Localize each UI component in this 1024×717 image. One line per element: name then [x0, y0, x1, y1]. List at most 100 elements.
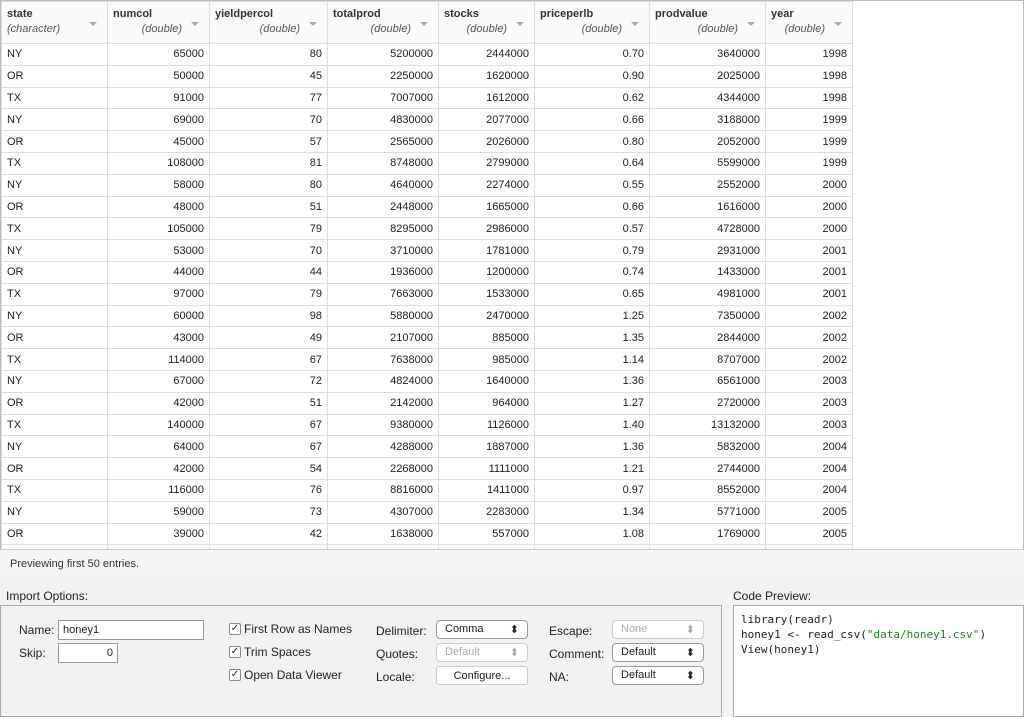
cell-numcol: 59000 — [107, 500, 210, 524]
cell-state: OR — [1, 522, 108, 546]
column-type-dropdown-icon[interactable] — [747, 22, 755, 26]
first-row-as-names-checkbox[interactable]: ✓ First Row as Names — [229, 622, 352, 636]
cell-numcol: 60000 — [107, 304, 210, 328]
column-type-dropdown-icon[interactable] — [834, 22, 842, 26]
table-row: NY 65000 80 5200000 2444000 0.70 3640000 1998 — [1, 43, 853, 66]
cell-stocks: 2274000 — [438, 173, 535, 197]
name-label: Name: — [19, 623, 55, 637]
cell-year: 2001 — [765, 239, 853, 262]
table-row: NY 53000 70 3710000 1781000 0.79 2931000 2001 — [1, 239, 853, 262]
cell-priceperlb: 0.90 — [534, 64, 650, 88]
configure-locale-button[interactable]: Configure... — [436, 666, 528, 685]
cell-prodvalue: 1616000 — [649, 195, 766, 219]
cell-prodvalue: 2025000 — [649, 64, 766, 88]
updown-icon: ⬍ — [509, 624, 519, 636]
code-fn: library — [741, 613, 788, 626]
cell-totalprod: 4824000 — [327, 369, 439, 393]
cell-year: 2000 — [765, 217, 853, 241]
cell-totalprod: 5200000 — [327, 43, 439, 66]
column-type: (double) — [581, 23, 622, 35]
data-preview-grid[interactable]: state (character) numcol (double) yieldperco… — [0, 0, 1024, 576]
cell-yieldpercol: 44 — [209, 260, 328, 284]
delimiter-label: Delimiter: — [376, 624, 427, 638]
cell-numcol: 42000 — [107, 391, 210, 415]
cell-year: 1999 — [765, 108, 853, 132]
open-data-viewer-checkbox[interactable]: ✓ Open Data Viewer — [229, 668, 342, 682]
quotes-select[interactable]: Default ⬍ — [436, 643, 528, 662]
cell-priceperlb: 0.62 — [534, 86, 650, 110]
cell-prodvalue: 7350000 — [649, 304, 766, 328]
cell-numcol: 53000 — [107, 239, 210, 262]
cell-totalprod: 5880000 — [327, 304, 439, 328]
name-input[interactable]: honey1 — [58, 620, 204, 640]
cell-numcol: 97000 — [107, 282, 210, 306]
skip-label: Skip: — [19, 646, 46, 660]
cell-totalprod: 8816000 — [327, 478, 439, 502]
cell-yieldpercol: 57 — [209, 130, 328, 153]
na-select[interactable]: Default ⬍ — [612, 666, 704, 685]
cell-priceperlb: 1.34 — [534, 500, 650, 524]
column-header-stocks[interactable]: stocks (double) — [438, 1, 535, 44]
cell-priceperlb: 1.35 — [534, 326, 650, 350]
table-row: TX 105000 79 8295000 2986000 0.57 4728000 2000 — [1, 217, 853, 241]
column-type-dropdown-icon[interactable] — [309, 22, 317, 26]
cell-numcol: 39000 — [107, 522, 210, 546]
column-type: (character) — [7, 23, 61, 35]
cell-year: 1999 — [765, 130, 853, 153]
table-row: NY 58000 80 4640000 2274000 0.55 2552000 2000 — [1, 173, 853, 197]
cell-prodvalue: 13132000 — [649, 413, 766, 437]
column-header-totalprod[interactable]: totalprod (double) — [327, 1, 439, 44]
table-row: OR 44000 44 1936000 1200000 0.74 1433000 2001 — [1, 260, 853, 284]
column-header-numcol[interactable]: numcol (double) — [107, 1, 210, 44]
column-header-prodvalue[interactable]: prodvalue (double) — [649, 1, 766, 44]
table-row: TX 91000 77 7007000 1612000 0.62 4344000 1998 — [1, 86, 853, 110]
column-type-dropdown-icon[interactable] — [516, 22, 524, 26]
cell-year: 2003 — [765, 369, 853, 393]
cell-stocks: 985000 — [438, 348, 535, 371]
comment-select[interactable]: Default ⬍ — [612, 643, 704, 662]
comment-label: Comment: — [549, 647, 605, 661]
trim-spaces-checkbox[interactable]: ✓ Trim Spaces — [229, 645, 311, 659]
cell-priceperlb: 0.65 — [534, 282, 650, 306]
column-header-yieldpercol[interactable]: yieldpercol (double) — [209, 1, 328, 44]
code-line-1: library(readr) — [741, 613, 834, 626]
cell-numcol: 114000 — [107, 348, 210, 371]
code-preview-title: Code Preview: — [733, 589, 812, 603]
column-type-dropdown-icon[interactable] — [631, 22, 639, 26]
cell-stocks: 557000 — [438, 522, 535, 546]
table-row: OR 39000 42 1638000 557000 1.08 1769000 2005 — [1, 522, 853, 546]
code-preview-box[interactable]: library(readr) honey1 <- read_csv("data/… — [733, 605, 1024, 717]
checkmark-icon: ✓ — [229, 669, 241, 681]
column-header-year[interactable]: year (double) — [765, 1, 853, 44]
cell-totalprod: 1638000 — [327, 522, 439, 546]
cell-stocks: 1126000 — [438, 413, 535, 437]
cell-year: 2003 — [765, 413, 853, 437]
column-type-dropdown-icon[interactable] — [420, 22, 428, 26]
cell-year: 1998 — [765, 64, 853, 88]
code-string: "data/honey1.csv" — [866, 628, 980, 641]
column-header-priceperlb[interactable]: priceperlb (double) — [534, 1, 650, 44]
cell-priceperlb: 0.55 — [534, 173, 650, 197]
cell-prodvalue: 4981000 — [649, 282, 766, 306]
cell-numcol: 105000 — [107, 217, 210, 241]
cell-totalprod: 3710000 — [327, 239, 439, 262]
cell-priceperlb: 1.14 — [534, 348, 650, 371]
column-type-dropdown-icon[interactable] — [89, 22, 97, 26]
cell-priceperlb: 1.27 — [534, 391, 650, 415]
cell-totalprod: 4288000 — [327, 435, 439, 459]
escape-select[interactable]: None ⬍ — [612, 620, 704, 639]
status-bar: Previewing first 50 entries. — [0, 549, 1024, 576]
delimiter-select[interactable]: Comma ⬍ — [436, 620, 528, 639]
column-name: prodvalue — [655, 8, 708, 20]
skip-input[interactable]: 0 — [58, 643, 118, 663]
column-header-state[interactable]: state (character) — [1, 1, 108, 44]
cell-yieldpercol: 76 — [209, 478, 328, 502]
cell-numcol: 45000 — [107, 130, 210, 153]
cell-state: TX — [1, 413, 108, 437]
cell-totalprod: 4640000 — [327, 173, 439, 197]
cell-numcol: 44000 — [107, 260, 210, 284]
cell-totalprod: 2142000 — [327, 391, 439, 415]
cell-priceperlb: 0.97 — [534, 478, 650, 502]
cell-priceperlb: 0.80 — [534, 130, 650, 153]
column-type-dropdown-icon[interactable] — [191, 22, 199, 26]
